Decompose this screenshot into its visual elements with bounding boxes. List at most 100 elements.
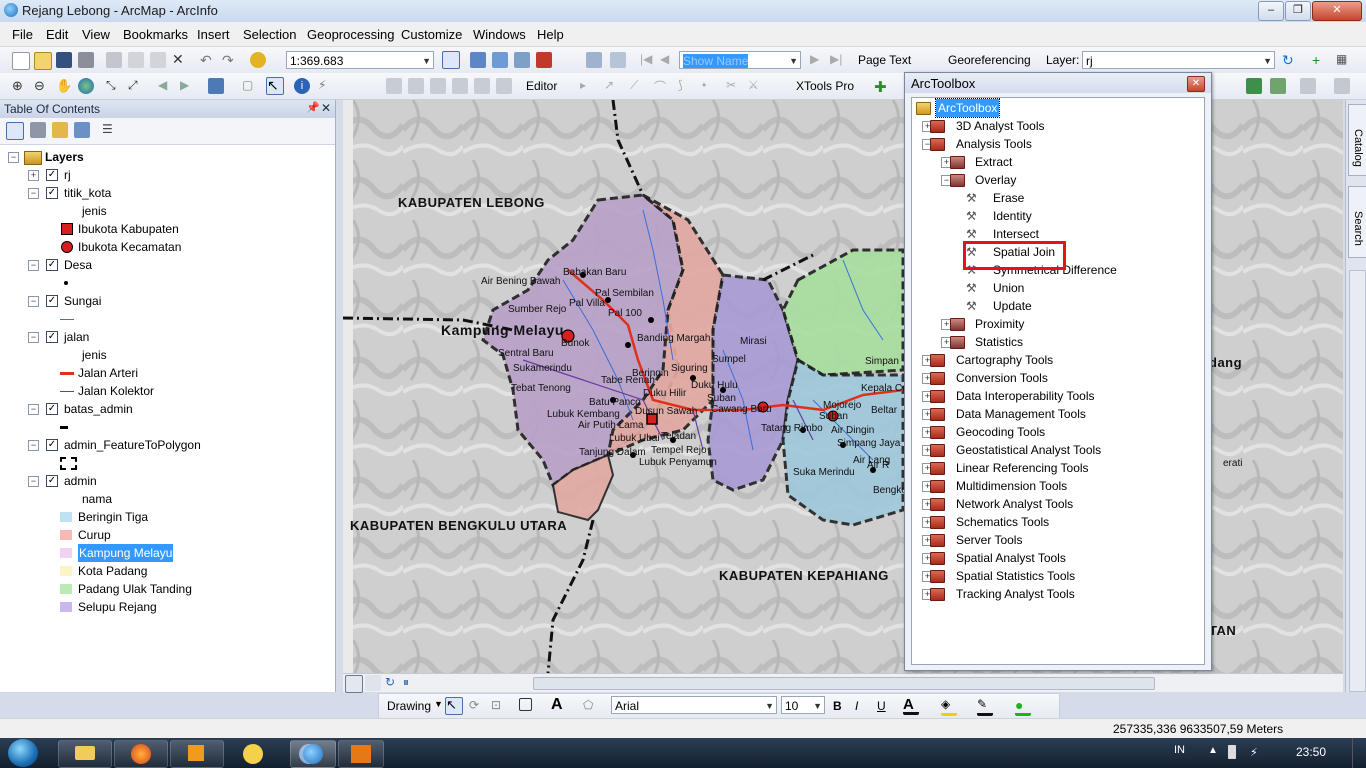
- toc-legend-item[interactable]: [0, 418, 330, 436]
- cut-polygons-icon[interactable]: ✂: [726, 78, 742, 94]
- clock[interactable]: 23:50: [1296, 745, 1326, 759]
- data-view-icon[interactable]: [345, 675, 363, 693]
- font-combo[interactable]: Arial ▼: [611, 696, 777, 714]
- menu-geoprocessing[interactable]: Geoprocessing: [307, 27, 394, 42]
- drawing-menu[interactable]: Drawing: [387, 699, 431, 713]
- toolbox-item-data-interoperability-tools[interactable]: + Data Interoperability Tools: [912, 387, 1202, 405]
- layer-visibility-checkbox[interactable]: ✓: [46, 403, 58, 415]
- layer-visibility-checkbox[interactable]: ✓: [46, 439, 58, 451]
- fixed-zoom-out-icon[interactable]: ⤢: [128, 78, 144, 94]
- toc-legend-item[interactable]: Kota Padang: [0, 562, 330, 580]
- pin-icon[interactable]: 📌: [306, 101, 320, 114]
- toc-legend-item[interactable]: [0, 274, 330, 292]
- toc-layer-desa[interactable]: − ✓ Desa: [0, 256, 330, 274]
- toc-legend-item[interactable]: Padang Ulak Tanding: [0, 580, 330, 598]
- scale-combo[interactable]: 1:369.683 ▼: [286, 51, 434, 69]
- rotate-icon[interactable]: ↻: [1282, 52, 1298, 68]
- toolbox-item-tracking-analyst-tools[interactable]: + Tracking Analyst Tools: [912, 585, 1202, 603]
- delete-icon[interactable]: ✕: [172, 52, 188, 68]
- toolbox-item-3d-analyst-tools[interactable]: +3D Analyst Tools: [912, 117, 1202, 135]
- toc-layer-sungai[interactable]: − ✓ Sungai: [0, 292, 330, 310]
- font-color-icon[interactable]: A: [903, 696, 919, 715]
- page-icon[interactable]: [610, 52, 626, 68]
- toolbox-item-union[interactable]: ⚒ Union: [912, 279, 1202, 297]
- add-control-points-icon[interactable]: +: [1312, 52, 1328, 68]
- line-color-icon[interactable]: ✎: [977, 697, 993, 716]
- menu-windows[interactable]: Windows: [473, 27, 526, 42]
- explorer-task-icon[interactable]: [58, 740, 112, 768]
- network-icon[interactable]: ⚡: [1250, 746, 1264, 759]
- overlay-tool-icon-3[interactable]: [430, 78, 446, 94]
- link-table-icon[interactable]: ▦: [1336, 52, 1352, 68]
- cut-icon[interactable]: [106, 52, 122, 68]
- toc-legend-item[interactable]: Jalan Kolektor: [0, 382, 330, 400]
- battery-icon[interactable]: [1228, 745, 1236, 759]
- toolbox-item-extract[interactable]: + Extract: [912, 153, 1202, 171]
- marker-color-icon[interactable]: ●: [1015, 697, 1031, 716]
- toolbox-item-geocoding-tools[interactable]: + Geocoding Tools: [912, 423, 1202, 441]
- toc-legend-item[interactable]: Selupu Rejang: [0, 598, 330, 616]
- edit-annotation-icon[interactable]: ↗: [604, 78, 620, 94]
- search-window-icon[interactable]: [514, 52, 530, 68]
- arctoolbox-icon[interactable]: [536, 52, 552, 68]
- minimize-button[interactable]: –: [1258, 1, 1284, 21]
- arcmap-task-icon[interactable]: [290, 740, 336, 768]
- toc-legend-item[interactable]: Curup: [0, 526, 330, 544]
- clear-selection-icon[interactable]: ▢: [242, 78, 258, 94]
- select-elements-icon[interactable]: ↖: [266, 77, 284, 95]
- layout-view-icon[interactable]: [365, 675, 381, 691]
- zoom-in-icon[interactable]: ⊕: [12, 78, 28, 94]
- catalog-window-icon[interactable]: [492, 52, 508, 68]
- forward-extent-icon[interactable]: ▶: [180, 78, 196, 94]
- menu-selection[interactable]: Selection: [243, 27, 296, 42]
- toc-legend-item[interactable]: Jalan Arteri: [0, 364, 330, 382]
- layer-visibility-checkbox[interactable]: ✓: [46, 259, 58, 271]
- menu-view[interactable]: View: [82, 27, 110, 42]
- last-page-icon[interactable]: ▶|: [830, 52, 846, 68]
- layer-visibility-checkbox[interactable]: ✓: [46, 187, 58, 199]
- hyperlink-icon[interactable]: ⚡: [318, 78, 334, 94]
- new-document-icon[interactable]: [12, 52, 30, 70]
- overlay-tool-icon-2[interactable]: [408, 78, 424, 94]
- fixed-zoom-in-icon[interactable]: ⤡: [106, 78, 122, 94]
- arctoolbox-close-button[interactable]: ✕: [1187, 76, 1205, 92]
- language-indicator[interactable]: IN: [1174, 744, 1185, 756]
- split-icon[interactable]: ⚔: [748, 78, 764, 94]
- menu-customize[interactable]: Customize: [401, 27, 462, 42]
- full-extent-icon[interactable]: [78, 78, 94, 94]
- toc-legend-item[interactable]: Kampung Melayu: [0, 544, 330, 562]
- toc-layer-rj[interactable]: + ✓ rj: [0, 166, 330, 184]
- toolbox-item-statistics[interactable]: + Statistics: [912, 333, 1202, 351]
- overlay-tool-icon-5[interactable]: [474, 78, 490, 94]
- vertical-scrollbar[interactable]: [1349, 270, 1366, 692]
- expand-toggle-icon[interactable]: +: [28, 170, 39, 181]
- toc-layer-admin-featuretopolygon[interactable]: − ✓ admin_FeatureToPolygon: [0, 436, 330, 454]
- zoom-to-selected-icon[interactable]: ⊡: [491, 698, 507, 714]
- toolbox-item-analysis-tools[interactable]: − Analysis Tools: [912, 135, 1202, 153]
- layout-icon[interactable]: [586, 52, 602, 68]
- georef-tool-icon-1[interactable]: [1246, 78, 1262, 94]
- layer-visibility-checkbox[interactable]: ✓: [46, 295, 58, 307]
- collapse-toggle-icon[interactable]: −: [8, 152, 19, 163]
- toolbox-item-proximity[interactable]: + Proximity: [912, 315, 1202, 333]
- close-button[interactable]: ✕: [1312, 1, 1362, 21]
- maximize-button[interactable]: ❐: [1285, 1, 1311, 21]
- toc-legend-item[interactable]: [0, 310, 330, 328]
- pause-drawing-icon[interactable]: ⏸: [403, 675, 419, 691]
- page-text-menu[interactable]: Page Text: [858, 53, 911, 67]
- new-text-icon[interactable]: A: [551, 696, 567, 713]
- straight-segment-icon[interactable]: ⟋: [630, 78, 646, 94]
- point-icon[interactable]: •: [702, 78, 718, 94]
- toolbox-item-linear-referencing-tools[interactable]: + Linear Referencing Tools: [912, 459, 1202, 477]
- layer-visibility-checkbox[interactable]: ✓: [46, 169, 58, 181]
- layer-visibility-checkbox[interactable]: ✓: [46, 475, 58, 487]
- georef-tool-icon-3[interactable]: [1300, 78, 1316, 94]
- show-desktop-button[interactable]: [1352, 738, 1366, 768]
- windows-start-icon[interactable]: [8, 739, 38, 767]
- layer-combo[interactable]: rj ▼: [1082, 51, 1275, 69]
- georeferencing-menu[interactable]: Georeferencing: [948, 53, 1031, 67]
- toolbox-item-identity[interactable]: ⚒ Identity: [912, 207, 1202, 225]
- layer-visibility-checkbox[interactable]: ✓: [46, 331, 58, 343]
- toolbox-item-network-analyst-tools[interactable]: + Network Analyst Tools: [912, 495, 1202, 513]
- refresh-icon[interactable]: ↻: [385, 675, 401, 691]
